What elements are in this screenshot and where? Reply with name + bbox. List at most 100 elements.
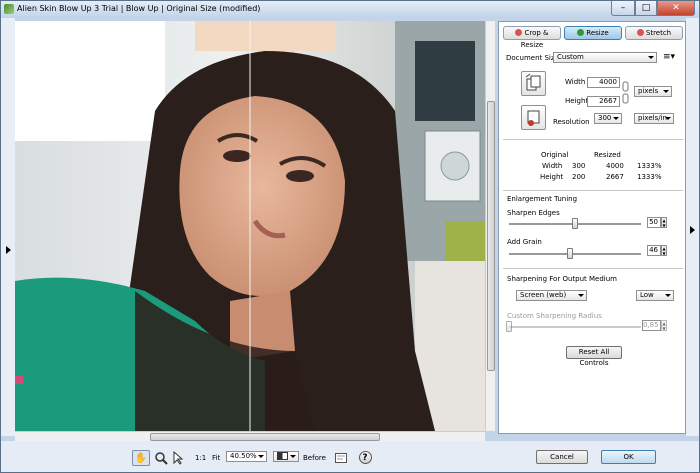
width-label: Width (565, 78, 586, 86)
compare-view-select[interactable] (273, 451, 299, 462)
tab-resize[interactable]: Resize (564, 26, 622, 40)
radius-slider-track[interactable] (509, 326, 641, 328)
close-button[interactable]: ✕ (657, 1, 695, 16)
bottom-toolbar (1, 441, 699, 472)
photo-preview-image (15, 21, 485, 431)
split-view-icon (277, 452, 288, 460)
resize-status-icon (577, 29, 585, 36)
radius-slider-thumb[interactable] (506, 321, 512, 332)
grain-value-input[interactable]: 46 (647, 245, 661, 256)
magnifier-icon (155, 452, 168, 465)
resolution-lock-icon (527, 110, 540, 126)
document-size-select[interactable]: Custom (553, 52, 657, 63)
resolution-label: Resolution (553, 118, 590, 126)
table-row-label: Height (540, 173, 564, 181)
width-input[interactable]: 4000 (587, 77, 620, 88)
arrow-pointer-icon (173, 450, 184, 465)
sharpening-output-label: Sharpening For Output Medium (507, 275, 617, 283)
resized-width: 4000 (606, 162, 624, 170)
resolution-unit-select[interactable]: pixels/in (634, 113, 674, 124)
grain-slider-track[interactable] (509, 253, 641, 255)
resolution-unit-value: pixels/in (638, 114, 667, 122)
divider (503, 139, 683, 140)
rotate-page-icon (525, 73, 541, 91)
tab-crop-resize-label: Crop & Resize (520, 29, 549, 49)
output-medium-select[interactable]: Screen (web) (516, 290, 587, 301)
output-medium-value: Screen (web) (520, 291, 567, 299)
image-preview[interactable] (15, 21, 485, 431)
table-row-label: Width (542, 162, 563, 170)
add-grain-label: Add Grain (507, 238, 542, 246)
zoom-level-select[interactable]: 40.50% (226, 451, 267, 462)
stretch-status-icon (636, 29, 644, 36)
unit-select[interactable]: pixels (634, 86, 672, 97)
sharpening-amount-select[interactable]: Low (636, 290, 674, 301)
minimize-button[interactable]: – (611, 1, 635, 16)
ok-button[interactable]: OK (601, 450, 656, 464)
resolution-value: 300 (598, 114, 612, 122)
enlargement-tuning-label: Enlargement Tuning (507, 195, 578, 203)
divider (503, 190, 683, 191)
tab-stretch-label: Stretch (645, 29, 672, 37)
preview-button[interactable] (332, 450, 350, 466)
sharpening-amount-value: Low (640, 291, 654, 299)
tab-crop-resize[interactable]: Crop & Resize (503, 26, 561, 49)
radius-spinner[interactable]: ▲ ▼ (661, 320, 667, 331)
settings-panel: Crop & Resize Resize Stretch Document Si… (498, 21, 686, 434)
ratio-1-1-button[interactable]: 1:1 (195, 454, 206, 462)
grain-spinner[interactable]: ▲ ▼ (661, 245, 667, 256)
height-label: Height (565, 97, 589, 105)
resized-height: 2667 (606, 173, 624, 181)
resolution-select[interactable]: 300 (594, 113, 622, 124)
title-bar[interactable]: Alien Skin Blow Up 3 Trial | Blow Up | O… (1, 1, 699, 18)
help-icon: ? (358, 451, 372, 464)
sharpen-value-input[interactable]: 50 (647, 217, 661, 228)
horizontal-scrollbar[interactable] (15, 431, 485, 441)
height-percent: 1333% (637, 173, 662, 181)
vertical-scroll-thumb[interactable] (487, 101, 495, 371)
reset-all-controls-button[interactable]: Reset All Controls (566, 346, 622, 367)
grain-slider-thumb[interactable] (566, 248, 573, 259)
resized-header: Resized (594, 151, 621, 159)
swap-orientation-button[interactable] (521, 71, 546, 96)
collapse-right-arrow-icon[interactable] (690, 226, 695, 234)
mode-tabs: Crop & Resize Resize Stretch (503, 26, 683, 49)
hand-icon: ✋ (134, 453, 148, 464)
height-input[interactable]: 2667 (587, 96, 620, 107)
unit-value: pixels (638, 87, 659, 95)
zoom-level-value: 40.50% (230, 452, 257, 460)
app-window: Alien Skin Blow Up 3 Trial | Blow Up | O… (0, 0, 700, 473)
app-icon (4, 4, 14, 14)
before-label[interactable]: Before (303, 454, 326, 462)
original-header: Original (541, 151, 569, 159)
maximize-button[interactable]: □ (635, 1, 657, 16)
sharpen-slider-thumb[interactable] (572, 218, 578, 229)
left-panel-toggle[interactable] (1, 18, 15, 436)
fit-button[interactable]: Fit (212, 454, 220, 462)
divider (503, 268, 683, 269)
hand-tool-button[interactable]: ✋ (132, 450, 150, 466)
original-width: 300 (572, 162, 586, 170)
document-size-value: Custom (557, 53, 584, 61)
expand-left-arrow-icon[interactable] (6, 246, 11, 254)
original-height: 200 (572, 173, 586, 181)
tab-stretch[interactable]: Stretch (625, 26, 683, 40)
resolution-lock-button[interactable] (521, 105, 546, 130)
cancel-button[interactable]: Cancel (536, 450, 588, 464)
radius-value-input[interactable]: 0,85 (642, 320, 661, 331)
sharpen-edges-label: Sharpen Edges (507, 209, 560, 217)
tab-resize-label: Resize (586, 29, 609, 37)
right-panel-toggle[interactable] (686, 18, 699, 436)
horizontal-scroll-thumb[interactable] (150, 433, 380, 441)
pointer-tool-button[interactable] (169, 450, 187, 466)
custom-radius-label: Custom Sharpening Radius (507, 312, 602, 320)
width-percent: 1333% (637, 162, 662, 170)
chain-link-icon[interactable] (622, 80, 630, 108)
help-button[interactable]: ? (356, 450, 374, 466)
sharpen-spinner[interactable]: ▲ ▼ (661, 217, 667, 228)
zoom-tool-button[interactable] (152, 450, 170, 466)
menu-icon[interactable]: ≡▾ (663, 52, 675, 62)
document-size-label: Document Size (506, 54, 559, 62)
vertical-scrollbar[interactable] (485, 21, 495, 431)
window-title: Alien Skin Blow Up 3 Trial | Blow Up | O… (17, 4, 261, 13)
